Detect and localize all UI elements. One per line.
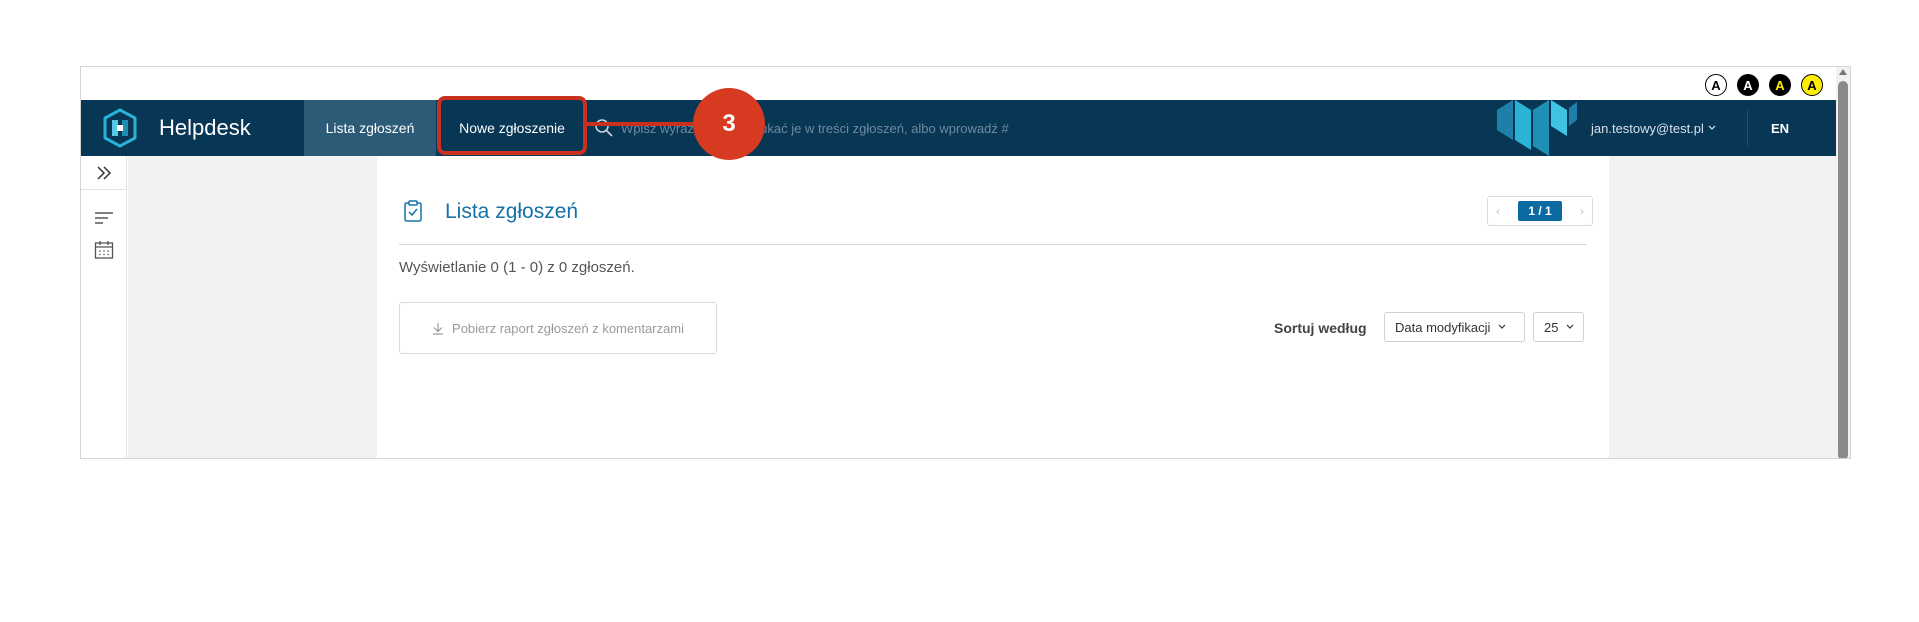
user-email: jan.testowy@test.pl <box>1591 120 1704 136</box>
download-report-label: Pobierz raport zgłoszeń z komentarzami <box>452 320 684 336</box>
double-chevron-right-icon <box>97 165 112 180</box>
download-report-button[interactable]: Pobierz raport zgłoszeń z komentarzami <box>399 302 717 354</box>
vertical-scrollbar[interactable] <box>1836 67 1850 458</box>
search-icon <box>595 119 613 137</box>
scroll-up-arrow-icon[interactable] <box>1839 69 1847 75</box>
filter-lines-icon[interactable] <box>94 208 114 228</box>
result-count-text: Wyświetlanie 0 (1 - 0) z 0 zgłoszeń. <box>399 259 635 276</box>
user-menu[interactable]: jan.testowy@test.pl <box>1591 100 1716 156</box>
clipboard-check-icon <box>404 200 422 222</box>
contrast-yellow-on-black-button[interactable]: A <box>1769 74 1791 96</box>
prev-page-icon[interactable]: ‹ <box>1496 204 1500 218</box>
app-title[interactable]: Helpdesk <box>159 115 251 141</box>
browser-frame: A A A A Helpdesk Lista zgłoszeń Nowe zgł… <box>80 66 1851 459</box>
chevron-down-icon <box>1708 125 1716 130</box>
annotation-connector <box>587 122 697 126</box>
chevron-down-icon <box>1498 324 1506 329</box>
sidebar-toggle-button[interactable] <box>81 156 127 190</box>
page-title: Lista zgłoszeń <box>445 200 579 223</box>
title-divider <box>399 244 1587 245</box>
sort-select[interactable]: Data modyfikacji <box>1384 312 1525 342</box>
download-icon <box>433 322 444 335</box>
next-page-icon[interactable]: › <box>1580 204 1584 218</box>
annotation-highlight-box <box>437 96 587 155</box>
chevron-down-icon <box>1567 324 1574 329</box>
decorative-pattern-icon <box>1497 100 1577 156</box>
top-navigation: Helpdesk Lista zgłoszeń Nowe zgłoszenie … <box>81 100 1837 156</box>
nav-divider <box>1747 110 1748 146</box>
annotation-step-badge: 3 <box>693 88 765 160</box>
current-page: 1 / 1 <box>1518 201 1562 221</box>
scroll-thumb[interactable] <box>1838 81 1848 458</box>
sort-label: Sortuj według <box>1274 320 1367 336</box>
per-page-select[interactable]: 25 <box>1533 312 1584 342</box>
per-page-value: 25 <box>1544 319 1559 335</box>
contrast-black-on-yellow-button[interactable]: A <box>1801 74 1823 96</box>
sort-select-value: Data modyfikacji <box>1395 319 1491 335</box>
tab-ticket-list[interactable]: Lista zgłoszeń <box>304 100 436 156</box>
sidebar <box>81 156 127 458</box>
contrast-bar: A A A A <box>81 67 1850 100</box>
contrast-dark-button[interactable]: A <box>1737 74 1759 96</box>
contrast-default-button[interactable]: A <box>1705 74 1727 96</box>
pagination: ‹ 1 / 1 › <box>1487 196 1593 226</box>
ticket-list-card: Lista zgłoszeń ‹ 1 / 1 › Wyświetlanie 0 … <box>377 156 1609 458</box>
calendar-icon[interactable] <box>94 240 114 260</box>
language-switch[interactable]: EN <box>1771 100 1789 156</box>
helpdesk-logo-icon[interactable] <box>101 108 139 148</box>
